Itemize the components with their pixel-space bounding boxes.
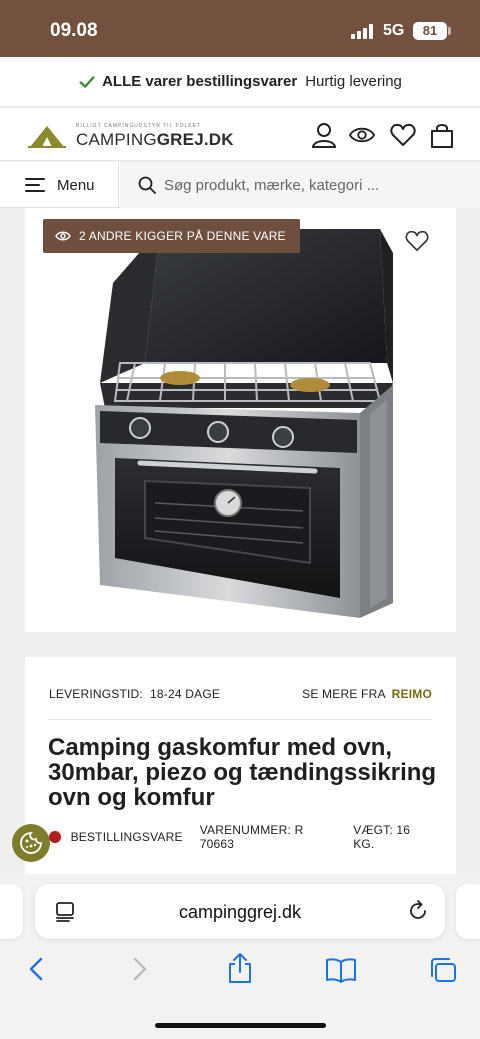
cookie-settings-button[interactable] bbox=[12, 824, 50, 862]
cookie-icon bbox=[20, 832, 42, 854]
next-tab[interactable] bbox=[456, 884, 480, 939]
see-more-label: SE MERE FRA bbox=[302, 687, 386, 701]
delivery-value: 18-24 DAGE bbox=[150, 687, 221, 701]
hamburger-icon bbox=[25, 178, 45, 192]
eye-icon[interactable] bbox=[349, 122, 375, 148]
share-icon[interactable] bbox=[227, 952, 253, 984]
check-icon bbox=[79, 75, 95, 88]
weight: VÆGT: 16 KG. bbox=[353, 823, 411, 851]
status-bar: 09.08 5G 81 bbox=[0, 0, 480, 57]
network-type: 5G bbox=[383, 22, 405, 39]
tabs-icon[interactable] bbox=[428, 956, 458, 984]
promo-bar: ALLE varer bestillingsvarer Hurtig lever… bbox=[0, 57, 480, 107]
shopping-bag-icon[interactable] bbox=[429, 122, 455, 148]
delivery-label: LEVERINGSTID: bbox=[49, 687, 143, 701]
nav-row: Menu bbox=[0, 162, 480, 208]
product-title: Camping gaskomfur med ovn, 30mbar, piezo… bbox=[48, 734, 437, 811]
brand-link[interactable]: SE MERE FRA REIMO bbox=[302, 687, 432, 701]
status-time: 09.08 bbox=[50, 20, 98, 41]
search-icon bbox=[138, 176, 156, 194]
product-image bbox=[95, 221, 393, 618]
logo[interactable]: BILLIGT CAMPINGUDSTYR TIL FOLKET CAMPING… bbox=[28, 121, 234, 151]
address-bar[interactable]: campinggrej.dk bbox=[35, 884, 445, 939]
heart-icon[interactable] bbox=[390, 122, 416, 148]
delivery-info: LEVERINGSTID: 18-24 DAGE bbox=[49, 687, 220, 701]
battery-tip bbox=[448, 27, 451, 35]
viewers-text: 2 ANDRE KIGGER PÅ DENNE VARE bbox=[79, 229, 286, 243]
reload-icon[interactable] bbox=[407, 900, 429, 922]
back-icon[interactable] bbox=[26, 956, 46, 982]
forward-icon[interactable] bbox=[130, 956, 150, 982]
product-info-card: LEVERINGSTID: 18-24 DAGE SE MERE FRA REIM… bbox=[25, 657, 456, 887]
previous-tab[interactable] bbox=[0, 884, 23, 939]
home-indicator bbox=[155, 1023, 326, 1028]
tent-logo-icon bbox=[28, 126, 66, 148]
url-text: campinggrej.dk bbox=[178, 902, 302, 922]
sku: VARENUMMER: R 70663 bbox=[199, 823, 304, 851]
search-input[interactable] bbox=[164, 176, 474, 194]
brand-name[interactable]: REIMO bbox=[392, 687, 432, 701]
account-icon[interactable] bbox=[311, 122, 337, 148]
stock-status-dot bbox=[49, 831, 61, 843]
divider bbox=[49, 719, 432, 720]
menu-label: Menu bbox=[57, 176, 95, 194]
logo-text: CAMPINGGREJ.DK bbox=[76, 130, 234, 149]
promo-text: Hurtig levering bbox=[305, 73, 402, 90]
product-meta: BESTILLINGSVARE VARENUMMER: R 70663 VÆGT… bbox=[49, 823, 432, 851]
promo-bold: ALLE varer bestillingsvarer bbox=[102, 73, 298, 90]
viewers-badge: 2 ANDRE KIGGER PÅ DENNE VARE bbox=[43, 219, 300, 253]
product-image-card[interactable]: 2 ANDRE KIGGER PÅ DENNE VARE bbox=[25, 208, 456, 632]
battery-icon: 81 bbox=[413, 22, 447, 40]
browser-toolbar: campinggrej.dk bbox=[0, 874, 480, 1039]
bookmarks-icon[interactable] bbox=[325, 957, 357, 983]
delivery-row: LEVERINGSTID: 18-24 DAGE SE MERE FRA REIM… bbox=[49, 687, 432, 701]
signal-icon bbox=[351, 24, 375, 39]
menu-button[interactable]: Menu bbox=[0, 162, 119, 208]
search-bar[interactable] bbox=[120, 162, 480, 208]
favorite-heart-icon[interactable] bbox=[405, 230, 429, 252]
site-header: BILLIGT CAMPINGUDSTYR TIL FOLKET CAMPING… bbox=[0, 108, 480, 161]
logo-tagline: BILLIGT CAMPINGUDSTYR TIL FOLKET bbox=[76, 123, 201, 129]
eye-icon bbox=[55, 231, 71, 241]
stock-status: BESTILLINGSVARE bbox=[70, 830, 183, 844]
